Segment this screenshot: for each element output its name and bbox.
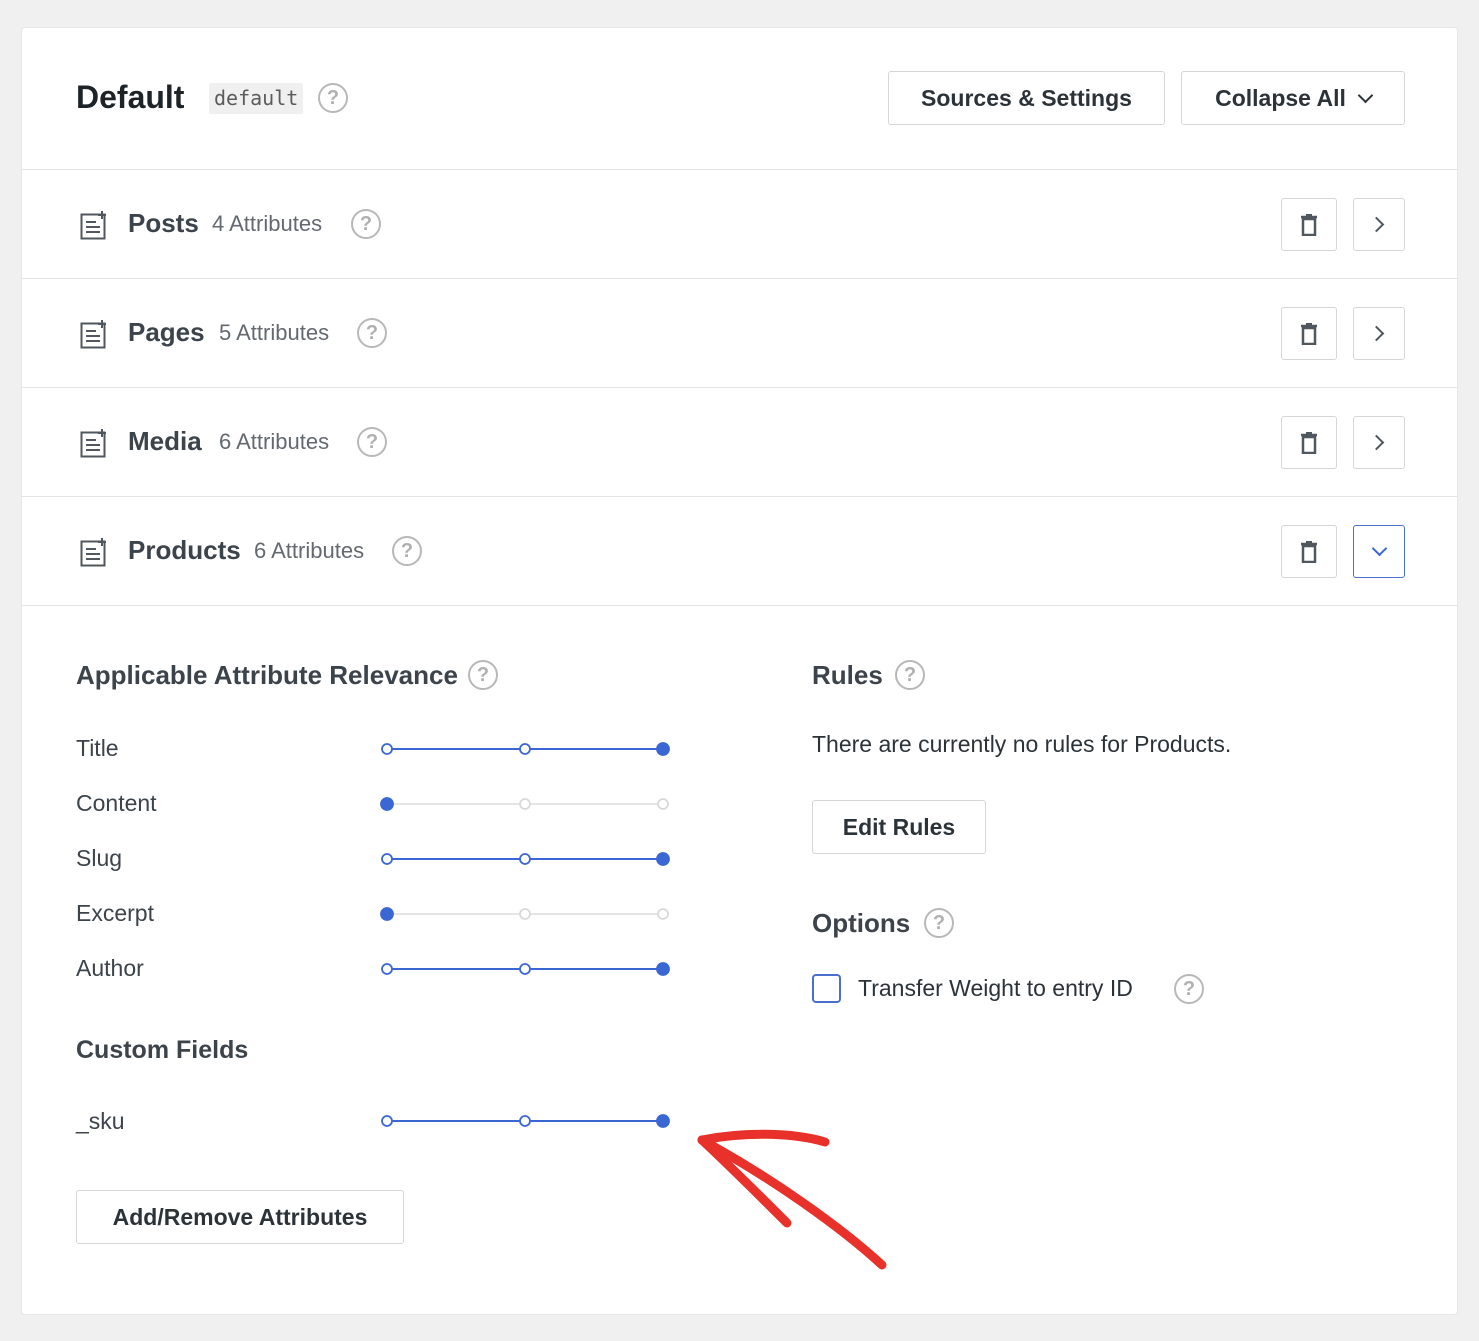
chevron-down-icon bbox=[1371, 540, 1387, 557]
source-attribute-count: 4 Attributes bbox=[212, 211, 323, 236]
help-icon[interactable]: ? bbox=[468, 660, 498, 690]
slider-thumb bbox=[656, 962, 670, 976]
slider-step bbox=[519, 743, 531, 755]
slider-thumb bbox=[656, 742, 670, 756]
expand-source-button[interactable] bbox=[1353, 416, 1405, 469]
help-icon[interactable]: ? bbox=[351, 209, 381, 239]
slider-step bbox=[657, 908, 669, 920]
slider-step bbox=[519, 853, 531, 865]
help-icon[interactable]: ? bbox=[924, 908, 954, 938]
help-icon[interactable]: ? bbox=[392, 536, 422, 566]
collapse-all-label: Collapse All bbox=[1215, 84, 1346, 111]
transfer-weight-label: Transfer Weight to entry ID bbox=[858, 975, 1133, 1001]
slider-thumb bbox=[380, 907, 394, 921]
custom-field-label: _sku bbox=[76, 1108, 125, 1134]
source-title: Posts bbox=[128, 208, 199, 238]
trash-icon bbox=[1301, 431, 1317, 454]
source-row-posts: Posts 4 Attributes ? bbox=[22, 170, 1457, 279]
help-icon[interactable]: ? bbox=[357, 318, 387, 348]
chevron-right-icon bbox=[1368, 325, 1385, 342]
source-row-media: Media 6 Attributes ? bbox=[22, 388, 1457, 497]
slider-step bbox=[381, 963, 393, 975]
options-heading: Options bbox=[812, 908, 911, 938]
collapse-all-button[interactable]: Collapse All bbox=[1181, 71, 1405, 125]
source-title: Media bbox=[128, 426, 202, 456]
attribute-label: Content bbox=[76, 790, 157, 816]
help-icon[interactable]: ? bbox=[1174, 974, 1204, 1004]
slider-thumb bbox=[656, 1114, 670, 1128]
slider-thumb bbox=[656, 852, 670, 866]
help-icon[interactable]: ? bbox=[318, 83, 348, 113]
expand-source-button[interactable] bbox=[1353, 307, 1405, 360]
post-list-icon bbox=[80, 320, 106, 349]
engine-card: Default default ? Sources & Settings Col… bbox=[21, 27, 1458, 1315]
attribute-label: Excerpt bbox=[76, 900, 154, 926]
add-remove-attributes-label: Add/Remove Attributes bbox=[112, 1203, 368, 1230]
slider-thumb bbox=[380, 797, 394, 811]
delete-source-button[interactable] bbox=[1281, 416, 1337, 469]
trash-icon bbox=[1301, 322, 1317, 345]
engine-title: Default bbox=[76, 79, 185, 115]
chevron-down-icon bbox=[1357, 87, 1374, 103]
custom-fields-heading: Custom Fields bbox=[76, 1036, 249, 1064]
relevance-slider[interactable] bbox=[379, 959, 671, 979]
attribute-label: Slug bbox=[76, 845, 123, 871]
source-attribute-count: 6 Attributes bbox=[254, 538, 365, 563]
engine-slug: default bbox=[209, 83, 304, 114]
source-attribute-count: 5 Attributes bbox=[219, 320, 330, 345]
delete-source-button[interactable] bbox=[1281, 198, 1337, 251]
sources-settings-button[interactable]: Sources & Settings bbox=[888, 71, 1165, 125]
source-title: Pages bbox=[128, 317, 205, 347]
post-list-icon bbox=[80, 211, 106, 240]
annotation-arrow bbox=[697, 1129, 887, 1270]
edit-rules-button[interactable]: Edit Rules bbox=[812, 800, 986, 854]
chevron-right-icon bbox=[1368, 216, 1385, 233]
source-attribute-count: 6 Attributes bbox=[219, 429, 330, 454]
collapse-source-button[interactable] bbox=[1353, 525, 1405, 578]
slider-step bbox=[519, 798, 531, 810]
slider-step bbox=[519, 1115, 531, 1127]
add-remove-attributes-button[interactable]: Add/Remove Attributes bbox=[76, 1190, 404, 1244]
slider-step bbox=[381, 1115, 393, 1127]
engine-header: Default default ? Sources & Settings Col… bbox=[22, 28, 1457, 170]
relevance-slider[interactable] bbox=[379, 794, 671, 814]
chevron-right-icon bbox=[1368, 434, 1385, 451]
source-title: Products bbox=[128, 535, 241, 565]
source-row-products: Products 6 Attributes ? bbox=[22, 497, 1457, 606]
source-row-pages: Pages 5 Attributes ? bbox=[22, 279, 1457, 388]
rules-heading: Rules bbox=[812, 660, 883, 690]
relevance-heading: Applicable Attribute Relevance bbox=[76, 660, 458, 690]
transfer-weight-checkbox[interactable] bbox=[812, 974, 841, 1003]
slider-step bbox=[519, 908, 531, 920]
help-icon[interactable]: ? bbox=[357, 427, 387, 457]
relevance-slider[interactable] bbox=[379, 1111, 671, 1131]
no-rules-text: There are currently no rules for Product… bbox=[812, 731, 1232, 757]
edit-rules-label: Edit Rules bbox=[842, 813, 956, 840]
relevance-slider[interactable] bbox=[379, 739, 671, 759]
expand-source-button[interactable] bbox=[1353, 198, 1405, 251]
trash-icon bbox=[1301, 540, 1317, 563]
slider-step bbox=[381, 743, 393, 755]
slider-step bbox=[657, 798, 669, 810]
post-list-icon bbox=[80, 538, 106, 567]
post-list-icon bbox=[80, 429, 106, 458]
delete-source-button[interactable] bbox=[1281, 525, 1337, 578]
relevance-slider[interactable] bbox=[379, 904, 671, 924]
trash-icon bbox=[1301, 213, 1317, 236]
delete-source-button[interactable] bbox=[1281, 307, 1337, 360]
slider-step bbox=[381, 853, 393, 865]
sources-settings-label: Sources & Settings bbox=[921, 84, 1132, 111]
attribute-label: Author bbox=[76, 955, 144, 981]
help-icon[interactable]: ? bbox=[895, 660, 925, 690]
slider-step bbox=[519, 963, 531, 975]
attribute-label: Title bbox=[76, 735, 119, 761]
relevance-slider[interactable] bbox=[379, 849, 671, 869]
